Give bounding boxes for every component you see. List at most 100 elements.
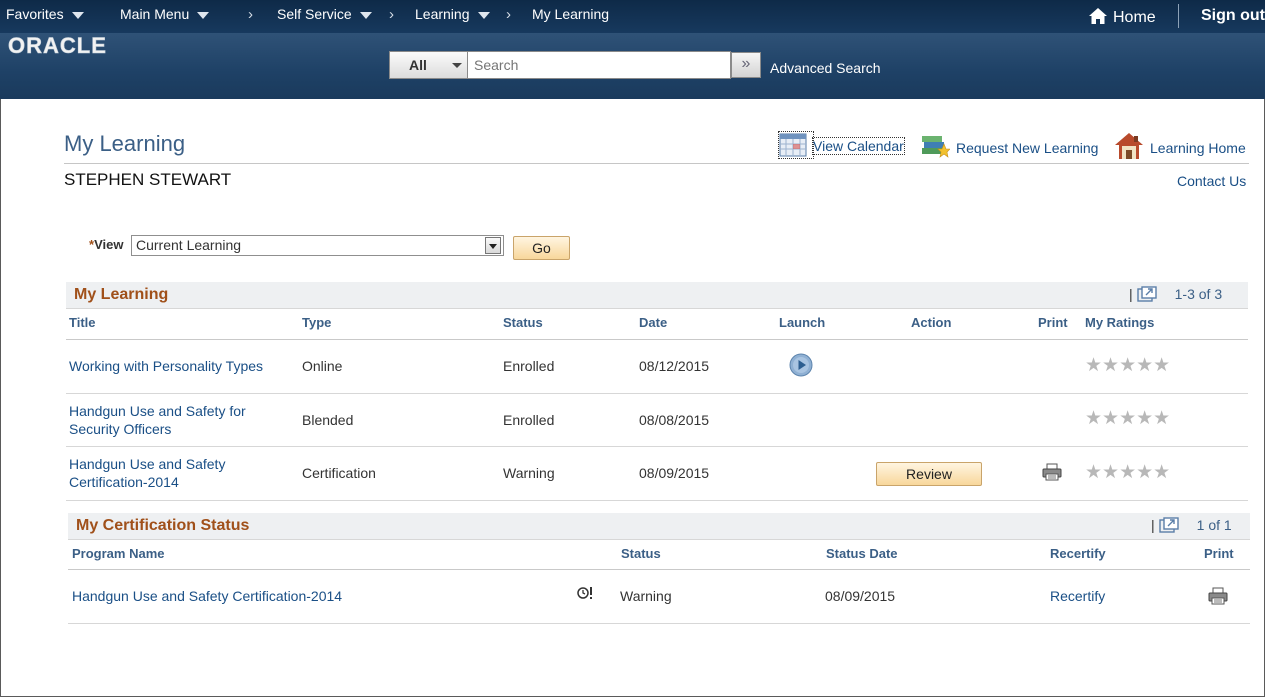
col-title[interactable]: Title	[69, 315, 96, 330]
view-select[interactable]: Current Learning	[131, 235, 504, 256]
grid-divider	[68, 539, 1250, 540]
nav-divider	[1178, 4, 1179, 28]
breadcrumb-chevron-icon: ›	[506, 6, 511, 23]
toolbar-separator: |	[1151, 517, 1155, 533]
toolbar-separator: |	[1129, 286, 1133, 302]
rating-stars[interactable]: ★★★★★	[1085, 356, 1170, 375]
grid-pager-text: 1-3 of 3	[1174, 286, 1223, 302]
col-launch: Launch	[779, 315, 826, 330]
learning-title-link[interactable]: Handgun Use and Safety for Security Offic…	[69, 402, 246, 438]
row-divider	[66, 500, 1248, 501]
rating-stars[interactable]: ★★★★★	[1085, 409, 1170, 428]
search-go-button[interactable]: »	[731, 52, 761, 78]
program-name-link[interactable]: Handgun Use and Safety Certification-201…	[72, 587, 342, 605]
my-learning-grid-header: My Learning | 1-3 of 3	[66, 282, 1248, 308]
title-line-1: Handgun Use and Safety for	[69, 403, 246, 419]
col-program-name[interactable]: Program Name	[72, 546, 164, 561]
review-button[interactable]: Review	[876, 462, 982, 486]
person-name: STEPHEN STEWART	[64, 170, 232, 189]
header-divider	[68, 569, 1250, 570]
chevron-down-icon	[452, 63, 462, 68]
search-input[interactable]	[468, 51, 731, 79]
view-select-value: Current Learning	[136, 237, 242, 253]
learning-status: Enrolled	[503, 412, 555, 428]
search-scope-dropdown[interactable]: All	[389, 51, 468, 79]
calendar-icon	[778, 131, 814, 159]
breadcrumb-self-service[interactable]: Self Service	[277, 6, 372, 22]
learning-status: Enrolled	[503, 358, 555, 374]
header-divider	[66, 339, 1248, 340]
col-status-date[interactable]: Status Date	[826, 546, 898, 561]
header-banner: ORACLE All » Advanced Search	[0, 33, 1265, 99]
main-menu[interactable]: Main Menu	[120, 6, 210, 22]
double-chevron-right-icon: »	[741, 55, 751, 72]
col-status[interactable]: Status	[621, 546, 661, 561]
learning-home-link[interactable]: Learning Home	[1114, 132, 1246, 160]
breadcrumb-my-learning[interactable]: My Learning	[532, 6, 609, 22]
view-calendar-link[interactable]: View Calendar	[778, 131, 905, 159]
col-recertify: Recertify	[1050, 546, 1106, 561]
grid-toolbar: | 1 of 1	[1151, 517, 1232, 533]
rating-stars[interactable]: ★★★★★	[1085, 463, 1170, 482]
breadcrumb-chevron-icon: ›	[389, 6, 394, 23]
go-button[interactable]: Go	[513, 236, 570, 260]
title-line-2: Certification-2014	[69, 474, 179, 490]
home-label: Home	[1113, 9, 1156, 26]
certification-grid-title: My Certification Status	[76, 517, 250, 534]
view-field-label: *View	[89, 237, 123, 252]
row-divider	[68, 623, 1250, 624]
col-status[interactable]: Status	[503, 315, 543, 330]
books-star-icon	[922, 136, 951, 158]
self-service-label: Self Service	[277, 6, 352, 22]
col-my-ratings: My Ratings	[1085, 315, 1155, 330]
printer-icon[interactable]	[1042, 463, 1062, 481]
chevron-down-icon	[197, 11, 210, 19]
search-scope-label: All	[409, 57, 427, 73]
oracle-logo: ORACLE	[8, 33, 107, 59]
launch-play-icon[interactable]	[789, 353, 813, 377]
new-window-icon[interactable]	[1158, 517, 1179, 533]
learning-type: Blended	[302, 412, 354, 428]
grid-toolbar: | 1-3 of 3	[1129, 286, 1222, 302]
sign-out-link[interactable]: Sign out	[1201, 7, 1265, 25]
col-print: Print	[1038, 315, 1068, 330]
view-calendar-label: View Calendar	[812, 137, 905, 155]
grid-divider	[66, 308, 1248, 309]
breadcrumb-chevron-icon: ›	[248, 6, 253, 23]
learning-status: Warning	[503, 465, 555, 481]
col-action: Action	[911, 315, 952, 330]
favorites-menu[interactable]: Favorites	[6, 6, 84, 22]
request-new-learning-label: Request New Learning	[956, 140, 1099, 156]
my-learning-grid-title: My Learning	[74, 286, 169, 303]
learning-title-link[interactable]: Handgun Use and Safety Certification-2014	[69, 455, 225, 491]
col-date[interactable]: Date	[639, 315, 667, 330]
recertify-link[interactable]: Recertify	[1050, 587, 1105, 605]
favorites-label: Favorites	[6, 6, 64, 22]
learning-title-link[interactable]: Working with Personality Types	[69, 357, 263, 375]
main-menu-label: Main Menu	[120, 6, 190, 22]
row-divider	[66, 446, 1248, 447]
printer-icon[interactable]	[1208, 587, 1228, 605]
dropdown-arrow-icon[interactable]	[485, 237, 501, 254]
breadcrumb-learning[interactable]: Learning	[415, 6, 490, 22]
learning-home-label: Learning Home	[1150, 140, 1246, 156]
contact-us-link[interactable]: Contact Us	[1177, 173, 1246, 189]
learning-type: Online	[302, 358, 343, 374]
clock-warning-icon	[577, 586, 595, 603]
new-window-icon[interactable]	[1136, 286, 1157, 302]
advanced-search-link[interactable]: Advanced Search	[770, 60, 881, 76]
top-navigation-bar: Favorites Main Menu › Self Service › Lea…	[0, 0, 1265, 33]
chevron-down-icon	[477, 11, 490, 19]
certification-grid-header: My Certification Status | 1 of 1	[68, 513, 1250, 539]
home-link[interactable]: Home	[1088, 7, 1156, 27]
row-divider	[66, 393, 1248, 394]
home-icon	[1089, 8, 1107, 24]
page-title: My Learning	[64, 131, 186, 156]
learning-date: 08/12/2015	[639, 358, 710, 374]
title-line-1: Handgun Use and Safety	[69, 456, 226, 472]
request-new-learning-link[interactable]: Request New Learning	[920, 132, 1098, 160]
col-type[interactable]: Type	[302, 315, 331, 330]
title-divider	[64, 163, 1249, 164]
learning-type: Certification	[302, 465, 376, 481]
chevron-down-icon	[359, 11, 372, 19]
